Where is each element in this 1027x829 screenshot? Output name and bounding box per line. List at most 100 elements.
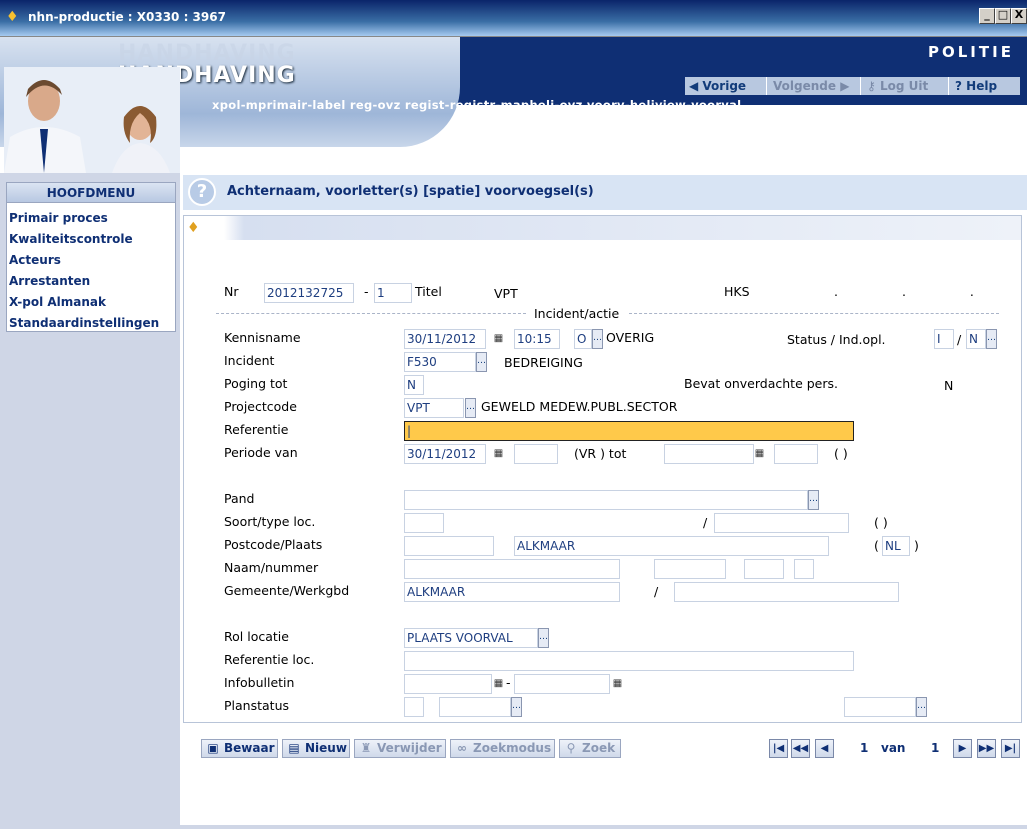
close-button[interactable]: X [1011,8,1027,24]
menu-item-kwaliteitscontrole[interactable]: Kwaliteitscontrole [9,232,133,246]
delete-button[interactable]: ♜ Verwijder [354,739,446,758]
gemeente-label: Gemeente/Werkgbd [224,583,350,598]
fast-back-icon: ◀◀ [792,743,809,754]
search-mode-button[interactable]: ∞ Zoekmodus [450,739,555,758]
plan-extra-lookup-button[interactable]: … [916,697,927,717]
menu-item-standaardinstellingen[interactable]: Standaardinstellingen [9,316,159,330]
pand-lookup-button[interactable]: … [808,490,819,510]
politie-logo: POLITIE [928,43,1014,61]
question-circle-icon: ? [188,178,216,206]
letter-field[interactable] [794,559,814,579]
incident-code-field[interactable]: F530 [404,352,476,372]
kennisname-desc: OVERIG [606,330,655,345]
type-loc-field[interactable] [714,513,849,533]
rol-label: Rol locatie [224,629,289,644]
kennisname-time-field[interactable]: 10:15 [514,329,560,349]
periode-to-time-field[interactable] [774,444,818,464]
menu-item-acteurs[interactable]: Acteurs [9,253,61,267]
info-from-field[interactable] [404,674,492,694]
plan-extra-field[interactable] [844,697,916,717]
status-field[interactable]: I [934,329,954,349]
menu-item-primair-proces[interactable]: Primair proces [9,211,108,225]
section-title-incident: Incident/actie [534,306,620,321]
periode-label: Periode van [224,445,298,460]
prev-button[interactable]: ◀ Vorige [685,77,767,95]
land-field[interactable]: NL [882,536,910,556]
menu-item-xpol-almanak[interactable]: X-pol Almanak [9,295,106,309]
periode-vr-tot: (VR ) tot [574,446,627,461]
plan-status-field[interactable] [439,697,511,717]
kennisname-lookup-button[interactable]: … [592,329,603,349]
new-button[interactable]: ▤ Nieuw [282,739,350,758]
postcode-label: Postcode/Plaats [224,537,323,552]
rol-lookup-button[interactable]: … [538,628,549,648]
nr-suffix-field[interactable]: 1 [374,283,412,303]
rol-field[interactable]: PLAATS VOORVAL [404,628,538,648]
minimize-button[interactable]: _ [979,8,995,24]
first-page-icon: |◀ [772,743,785,754]
calendar-icon[interactable]: ▦ [493,674,504,694]
calendar-icon[interactable]: ▦ [754,444,765,464]
huisnummer-field[interactable] [654,559,726,579]
last-page-button[interactable]: ▶| [1001,739,1020,758]
periode-from-time-field[interactable] [514,444,558,464]
prev-set-button[interactable]: ◀◀ [791,739,810,758]
ind-opl-field[interactable]: N [966,329,986,349]
straatnaam-field[interactable] [404,559,620,579]
calendar-icon[interactable]: ▦ [612,674,623,694]
plan-lookup-button[interactable]: … [511,697,522,717]
first-page-button[interactable]: |◀ [769,739,788,758]
projectcode-field[interactable]: VPT [404,398,464,418]
ind-opl-lookup-button[interactable]: … [986,329,997,349]
referentie-label: Referentie [224,422,289,437]
main-menu-title: HOOFDMENU [7,183,175,203]
next-button[interactable]: Volgende ▶ [769,77,861,95]
periode-to-date-field[interactable] [664,444,754,464]
info-to-field[interactable] [514,674,610,694]
search-button[interactable]: ⚲ Zoek [559,739,621,758]
refloc-field[interactable] [404,651,854,671]
hint-text: Achternaam, voorletter(s) [spatie] voorv… [227,184,594,199]
plan-label: Planstatus [224,698,290,713]
soort-slash: / [703,515,708,530]
nr-label: Nr [224,284,239,299]
window-title-bar: ♦ nhn-productie : X0330 : 3967 _ □ X [0,0,1027,37]
calendar-icon[interactable]: ▦ [493,444,504,464]
logout-button[interactable]: ⚷ Log Uit [863,77,949,95]
gemeente-field[interactable]: ALKMAAR [404,582,620,602]
magnifier-icon: ⚲ [566,741,576,755]
menu-item-arrestanten[interactable]: Arrestanten [9,274,90,288]
window-title: nhn-productie : X0330 : 3967 [28,10,226,24]
help-button[interactable]: ? Help [951,77,1019,95]
poging-field[interactable]: N [404,375,424,395]
nr-field[interactable]: 2012132725 [264,283,354,303]
poging-label: Poging tot [224,376,288,391]
periode-from-date-field[interactable]: 30/11/2012 [404,444,486,464]
naam-label: Naam/nummer [224,560,319,575]
maximize-button[interactable]: □ [995,8,1011,24]
toevoeging-field[interactable] [744,559,784,579]
soort-field[interactable] [404,513,444,533]
status-slash: / [957,332,962,347]
status-label: Status / Ind.opl. [787,332,886,347]
pand-field[interactable] [404,490,808,510]
postcode-field[interactable] [404,536,494,556]
plaats-field[interactable]: ALKMAAR [514,536,829,556]
next-set-button[interactable]: ▶▶ [977,739,996,758]
incident-lookup-button[interactable]: … [476,352,487,372]
calendar-icon[interactable]: ▦ [493,329,504,349]
periode-paren: ( ) [834,446,848,461]
plan-code-field[interactable] [404,697,424,717]
page-current: 1 [860,741,869,755]
section-divider [216,313,526,314]
next-page-button[interactable]: ▶ [953,739,972,758]
werkgebied-field[interactable] [674,582,899,602]
referentie-field[interactable]: | [404,421,854,441]
verdachte-label: Bevat onverdachte pers. [684,376,838,391]
kennisname-code-field[interactable]: O [574,329,592,349]
land-close: ) [914,538,919,553]
kennisname-date-field[interactable]: 30/11/2012 [404,329,486,349]
save-button[interactable]: ▣ Bewaar [201,739,278,758]
projectcode-lookup-button[interactable]: … [465,398,476,418]
prev-page-button[interactable]: ◀ [815,739,834,758]
